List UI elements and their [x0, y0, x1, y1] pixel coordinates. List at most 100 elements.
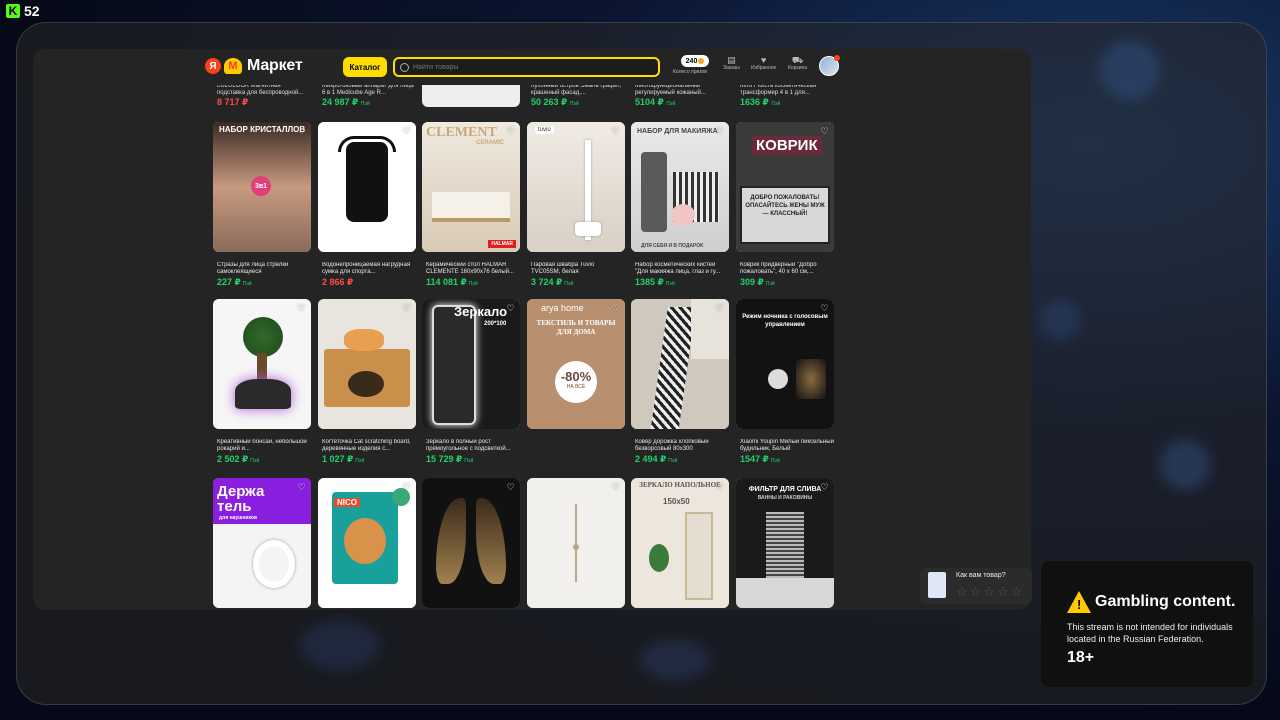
product-image[interactable]: ♡	[318, 299, 416, 429]
product-title: LULULOOK Магнитная подставка для беспров…	[217, 83, 304, 96]
product-card[interactable]: tuvio ♡ Паровая швабра Tuvio TVC05SM, бела…	[527, 122, 625, 290]
product-title[interactable]: Паровая швабра Tuvio TVC05SM, белая	[527, 262, 625, 276]
product-image[interactable]: ♡	[213, 299, 311, 429]
favorite-heart-icon[interactable]: ♡	[610, 303, 621, 314]
product-title[interactable]: Когтеточка Cat scratching board, деревян…	[318, 439, 416, 453]
product-card[interactable]: ♡ Водонепроницаемая нагрудная сумка для с…	[318, 122, 416, 288]
site-header: Я M Маркет Каталог 240 Колесо призов ▤ З…	[33, 49, 1031, 85]
product-title[interactable]: Креативный бонсай, небольшой рокарий и..…	[213, 439, 311, 453]
product-card[interactable]: ЗЕРКАЛО НАПОЛЬНОЕ 150x50 ♡	[631, 478, 729, 608]
favorites-label: Избранное	[751, 65, 777, 71]
favorite-heart-icon[interactable]: ♡	[819, 303, 830, 314]
partial-product-card[interactable]: Многофункциональный регулируемый кожаный…	[635, 83, 727, 110]
catalog-button[interactable]: Каталог	[343, 57, 387, 77]
price-value: 2 502 ₽	[217, 454, 249, 464]
orders-link[interactable]: ▤ Заказы	[723, 55, 740, 71]
product-feedback-widget: Как вам товар? ☆ ☆ ☆ ☆ ☆	[920, 568, 1032, 604]
product-image[interactable]: НАБОР ДЛЯ МАКИЯЖА ДЛЯ СЕБЯ И В ПОДАРОК ♡	[631, 122, 729, 252]
discount-badge: -80% НА ВСЁ	[555, 361, 597, 403]
product-image[interactable]: Зеркало 200*100 ♡	[422, 299, 520, 429]
favorite-heart-icon[interactable]: ♡	[505, 303, 516, 314]
partial-product-card[interactable]: MIXIT Кисть косметическая трансформер 4 …	[740, 83, 832, 110]
favorites-link[interactable]: ♥ Избранное	[751, 55, 776, 71]
favorite-heart-icon[interactable]: ♡	[401, 303, 412, 314]
favorite-heart-icon[interactable]: ♡	[714, 482, 725, 493]
product-card[interactable]: НАБОР КРИСТАЛЛОВ 3в1 ♡ Стразы для лица стре…	[213, 122, 311, 290]
favorite-heart-icon[interactable]: ♡	[401, 126, 412, 137]
product-price: 1385 ₽ Пэй	[631, 277, 729, 290]
prize-wheel-link[interactable]: Колесо призов	[673, 69, 707, 75]
favorite-heart-icon[interactable]: ♡	[401, 482, 412, 493]
product-card[interactable]: arya home ТЕКСТИЛЬ И ТОВАРЫ ДЛЯ ДОМА -80% Н…	[527, 299, 625, 429]
product-image[interactable]: Режим ночника с голосовым управлением ♡	[736, 299, 834, 429]
product-title[interactable]: Керамический стол HALMAR CLEMENTE 160x90…	[422, 262, 520, 276]
product-title[interactable]: Ковер дорожка хлопковый безворсовый 80x3…	[631, 439, 729, 453]
product-image[interactable]: tuvio ♡	[527, 122, 625, 252]
product-card[interactable]: ♡ Креативный бонсай, небольшой рокарий и.…	[213, 299, 311, 467]
product-image[interactable]: arya home ТЕКСТИЛЬ И ТОВАРЫ ДЛЯ ДОМА -80% Н…	[527, 299, 625, 429]
partial-product-card[interactable]: Кухонный остров Эмаль графит, крашеный ф…	[531, 83, 623, 110]
favorite-heart-icon[interactable]: ♡	[296, 482, 307, 493]
product-title[interactable]: Стразы для лица стрелки самоклеящиеся	[213, 262, 311, 276]
product-card[interactable]: NICO ♡	[318, 478, 416, 608]
product-card[interactable]: ♡ Ковер дорожка хлопковый безворсовый 80x…	[631, 299, 729, 467]
product-image[interactable]: ФИЛЬТР ДЛЯ СЛИВА ВАННЫ И РАКОВИНЫ ♡	[736, 478, 834, 608]
favorite-heart-icon[interactable]: ♡	[819, 482, 830, 493]
product-title[interactable]: Коврик придверный "Добро пожаловать", 40…	[736, 262, 834, 276]
product-title[interactable]: Водонепроницаемая нагрудная сумка для сп…	[318, 262, 416, 276]
favorite-heart-icon[interactable]: ♡	[819, 126, 830, 137]
coins-badge[interactable]: 240	[681, 55, 709, 67]
favorite-heart-icon[interactable]: ♡	[714, 303, 725, 314]
favorite-heart-icon[interactable]: ♡	[296, 303, 307, 314]
product-image[interactable]: CLEMENT CERAMIC HALMAR ♡	[422, 122, 520, 252]
product-card[interactable]: CLEMENT CERAMIC HALMAR ♡ Керамический стол H…	[422, 122, 520, 290]
product-image[interactable]: ♡	[631, 299, 729, 429]
star-icon[interactable]: ☆	[970, 585, 982, 598]
favorite-heart-icon[interactable]: ♡	[610, 126, 621, 137]
product-price: 2 502 ₽ Пэй	[213, 454, 311, 467]
avatar[interactable]	[819, 55, 840, 76]
product-image[interactable]: НАБОР КРИСТАЛЛОВ 3в1 ♡	[213, 122, 311, 252]
image-badge: 3в1	[251, 176, 271, 196]
product-card[interactable]: Зеркало 200*100 ♡ Зеркало в полный рост пря…	[422, 299, 520, 467]
product-card[interactable]: КОВРИК ДОБРО ПОЖАЛОВАТЬ! ОПАСАЙТЕСЬ ЖЕНЫ …	[736, 122, 834, 290]
product-image[interactable]: Держа тель для наушников ♡	[213, 478, 311, 608]
favorite-heart-icon[interactable]: ♡	[505, 126, 516, 137]
pay-badge: Пэй	[668, 458, 678, 464]
product-card[interactable]: ФИЛЬТР ДЛЯ СЛИВА ВАННЫ И РАКОВИНЫ ♡	[736, 478, 834, 608]
product-image[interactable]: ЗЕРКАЛО НАПОЛЬНОЕ 150x50 ♡	[631, 478, 729, 608]
product-title[interactable]: Зеркало в полный рост прямоугольное с по…	[422, 439, 520, 453]
yandex-logo-icon: Я	[205, 58, 221, 74]
search-box[interactable]	[393, 57, 660, 77]
product-image[interactable]: NICO ♡	[318, 478, 416, 608]
product-card[interactable]: ♡	[422, 478, 520, 608]
partial-product-card[interactable]: LULULOOK Магнитная подставка для беспров…	[217, 83, 309, 108]
product-card[interactable]: ♡ Когтеточка Cat scratching board, деревя…	[318, 299, 416, 467]
price-value: 227 ₽	[217, 277, 241, 287]
product-image[interactable]: ♡	[527, 478, 625, 608]
product-image[interactable]: КОВРИК ДОБРО ПОЖАЛОВАТЬ! ОПАСАЙТЕСЬ ЖЕНЫ …	[736, 122, 834, 252]
star-icon[interactable]: ☆	[956, 585, 968, 598]
product-image[interactable]: ♡	[318, 122, 416, 252]
product-card[interactable]: Режим ночника с голосовым управлением ♡ Xi…	[736, 299, 834, 467]
cart-link[interactable]: ⛟ Корзина	[788, 55, 807, 71]
star-icon[interactable]: ☆	[1011, 585, 1023, 598]
favorite-heart-icon[interactable]: ♡	[714, 126, 725, 137]
pay-badge: Пэй	[771, 101, 781, 107]
price-value: 15 729 ₽	[426, 454, 463, 464]
product-card[interactable]: Держа тель для наушников ♡	[213, 478, 311, 608]
favorite-heart-icon[interactable]: ♡	[505, 482, 516, 493]
star-icon[interactable]: ☆	[997, 585, 1009, 598]
market-logo[interactable]: Я M Маркет	[205, 57, 303, 75]
product-card[interactable]: НАБОР ДЛЯ МАКИЯЖА ДЛЯ СЕБЯ И В ПОДАРОК ♡ На…	[631, 122, 729, 290]
image-subcaption: ВАННЫ И РАКОВИНЫ	[757, 495, 813, 501]
product-title[interactable]: Набор косметических кистей "Для макияжа …	[631, 262, 729, 276]
favorite-heart-icon[interactable]: ♡	[296, 126, 307, 137]
product-title[interactable]: Xiaomi Youpin Милый пиксельный будильник…	[736, 439, 834, 453]
product-image[interactable]: ♡	[422, 478, 520, 608]
search-input[interactable]	[413, 63, 633, 71]
star-icon[interactable]: ☆	[983, 585, 995, 598]
partial-product-card[interactable]: Микротоковый аппарат для лица 6 в 1 Medi…	[322, 83, 414, 110]
product-card[interactable]: ♡	[527, 478, 625, 608]
favorite-heart-icon[interactable]: ♡	[610, 482, 621, 493]
